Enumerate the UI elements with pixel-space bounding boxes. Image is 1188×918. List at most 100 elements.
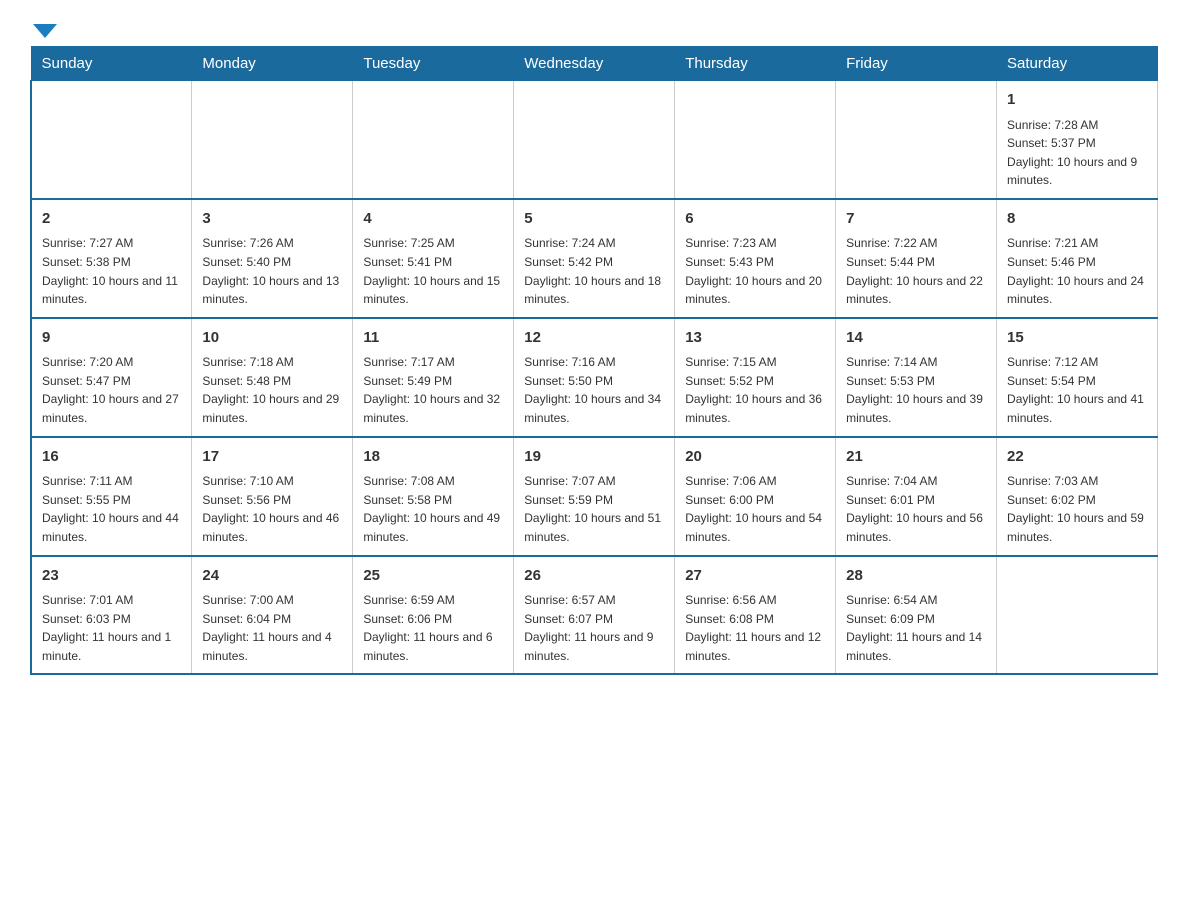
calendar-cell: 25Sunrise: 6:59 AM Sunset: 6:06 PM Dayli… <box>353 556 514 675</box>
calendar-cell <box>675 81 836 199</box>
day-number: 22 <box>1007 446 1147 469</box>
calendar-cell <box>997 556 1158 675</box>
logo-general-text <box>30 20 57 38</box>
day-number: 5 <box>524 208 664 231</box>
day-number: 6 <box>685 208 825 231</box>
weekday-header-row: SundayMondayTuesdayWednesdayThursdayFrid… <box>31 47 1158 81</box>
day-number: 10 <box>202 327 342 350</box>
calendar-cell: 6Sunrise: 7:23 AM Sunset: 5:43 PM Daylig… <box>675 199 836 318</box>
calendar-cell: 1 Sunrise: 7:28 AM Sunset: 5:37 PM Daylig… <box>997 81 1158 199</box>
calendar-cell: 2 Sunrise: 7:27 AM Sunset: 5:38 PM Daylig… <box>31 199 192 318</box>
day-info: Sunrise: 7:21 AM Sunset: 5:46 PM Dayligh… <box>1007 234 1147 308</box>
calendar-cell: 21 Sunrise: 7:04 AM Sunset: 6:01 PM Dayli… <box>836 437 997 556</box>
calendar-cell: 17 Sunrise: 7:10 AM Sunset: 5:56 PM Dayli… <box>192 437 353 556</box>
weekday-header-sunday: Sunday <box>31 47 192 81</box>
day-number: 14 <box>846 327 986 350</box>
day-info: Sunrise: 7:03 AM Sunset: 6:02 PM Dayligh… <box>1007 472 1147 546</box>
calendar-cell: 26 Sunrise: 6:57 AM Sunset: 6:07 PM Dayli… <box>514 556 675 675</box>
week-row-1: 1 Sunrise: 7:28 AM Sunset: 5:37 PM Daylig… <box>31 81 1158 199</box>
calendar-cell: 19 Sunrise: 7:07 AM Sunset: 5:59 PM Dayli… <box>514 437 675 556</box>
calendar-cell: 13 Sunrise: 7:15 AM Sunset: 5:52 PM Dayli… <box>675 318 836 437</box>
day-info: Sunrise: 7:07 AM Sunset: 5:59 PM Dayligh… <box>524 472 664 546</box>
calendar-cell <box>31 81 192 199</box>
day-number: 17 <box>202 446 342 469</box>
day-info: Sunrise: 7:04 AM Sunset: 6:01 PM Dayligh… <box>846 472 986 546</box>
day-info: Sunrise: 6:54 AM Sunset: 6:09 PM Dayligh… <box>846 591 986 665</box>
day-info: Sunrise: 7:28 AM Sunset: 5:37 PM Dayligh… <box>1007 116 1147 190</box>
calendar-cell: 5 Sunrise: 7:24 AM Sunset: 5:42 PM Daylig… <box>514 199 675 318</box>
calendar-cell: 8 Sunrise: 7:21 AM Sunset: 5:46 PM Daylig… <box>997 199 1158 318</box>
day-info: Sunrise: 7:17 AM Sunset: 5:49 PM Dayligh… <box>363 353 503 427</box>
day-info: Sunrise: 7:18 AM Sunset: 5:48 PM Dayligh… <box>202 353 342 427</box>
day-info: Sunrise: 7:27 AM Sunset: 5:38 PM Dayligh… <box>42 234 181 308</box>
week-row-2: 2 Sunrise: 7:27 AM Sunset: 5:38 PM Daylig… <box>31 199 1158 318</box>
day-number: 19 <box>524 446 664 469</box>
logo <box>30 20 57 36</box>
calendar-cell: 11 Sunrise: 7:17 AM Sunset: 5:49 PM Dayli… <box>353 318 514 437</box>
calendar-cell: 7 Sunrise: 7:22 AM Sunset: 5:44 PM Daylig… <box>836 199 997 318</box>
day-info: Sunrise: 7:14 AM Sunset: 5:53 PM Dayligh… <box>846 353 986 427</box>
calendar-cell: 4 Sunrise: 7:25 AM Sunset: 5:41 PM Daylig… <box>353 199 514 318</box>
calendar-cell: 16 Sunrise: 7:11 AM Sunset: 5:55 PM Dayli… <box>31 437 192 556</box>
calendar-cell: 27Sunrise: 6:56 AM Sunset: 6:08 PM Dayli… <box>675 556 836 675</box>
day-number: 18 <box>363 446 503 469</box>
day-number: 8 <box>1007 208 1147 231</box>
calendar-cell: 28 Sunrise: 6:54 AM Sunset: 6:09 PM Dayli… <box>836 556 997 675</box>
day-number: 11 <box>363 327 503 350</box>
day-info: Sunrise: 7:10 AM Sunset: 5:56 PM Dayligh… <box>202 472 342 546</box>
day-number: 27 <box>685 565 825 588</box>
day-number: 9 <box>42 327 181 350</box>
logo-arrow-icon <box>33 24 57 38</box>
calendar-cell: 20Sunrise: 7:06 AM Sunset: 6:00 PM Dayli… <box>675 437 836 556</box>
page-header <box>30 20 1158 36</box>
day-info: Sunrise: 7:16 AM Sunset: 5:50 PM Dayligh… <box>524 353 664 427</box>
day-number: 20 <box>685 446 825 469</box>
day-info: Sunrise: 7:26 AM Sunset: 5:40 PM Dayligh… <box>202 234 342 308</box>
calendar-cell: 12 Sunrise: 7:16 AM Sunset: 5:50 PM Dayli… <box>514 318 675 437</box>
day-number: 16 <box>42 446 181 469</box>
day-number: 1 <box>1007 89 1147 112</box>
week-row-4: 16 Sunrise: 7:11 AM Sunset: 5:55 PM Dayli… <box>31 437 1158 556</box>
calendar-cell: 15Sunrise: 7:12 AM Sunset: 5:54 PM Dayli… <box>997 318 1158 437</box>
calendar-cell: 23Sunrise: 7:01 AM Sunset: 6:03 PM Dayli… <box>31 556 192 675</box>
day-number: 24 <box>202 565 342 588</box>
day-info: Sunrise: 7:01 AM Sunset: 6:03 PM Dayligh… <box>42 591 181 665</box>
calendar-table: SundayMondayTuesdayWednesdayThursdayFrid… <box>30 46 1158 675</box>
day-number: 12 <box>524 327 664 350</box>
week-row-3: 9 Sunrise: 7:20 AM Sunset: 5:47 PM Daylig… <box>31 318 1158 437</box>
calendar-cell: 24 Sunrise: 7:00 AM Sunset: 6:04 PM Dayli… <box>192 556 353 675</box>
day-info: Sunrise: 7:22 AM Sunset: 5:44 PM Dayligh… <box>846 234 986 308</box>
day-number: 21 <box>846 446 986 469</box>
day-info: Sunrise: 7:11 AM Sunset: 5:55 PM Dayligh… <box>42 472 181 546</box>
calendar-cell <box>514 81 675 199</box>
calendar-cell: 18Sunrise: 7:08 AM Sunset: 5:58 PM Dayli… <box>353 437 514 556</box>
day-number: 7 <box>846 208 986 231</box>
day-number: 4 <box>363 208 503 231</box>
calendar-cell: 14 Sunrise: 7:14 AM Sunset: 5:53 PM Dayli… <box>836 318 997 437</box>
calendar-cell: 3 Sunrise: 7:26 AM Sunset: 5:40 PM Daylig… <box>192 199 353 318</box>
day-info: Sunrise: 7:00 AM Sunset: 6:04 PM Dayligh… <box>202 591 342 665</box>
day-number: 3 <box>202 208 342 231</box>
day-number: 15 <box>1007 327 1147 350</box>
calendar-cell <box>353 81 514 199</box>
day-info: Sunrise: 7:24 AM Sunset: 5:42 PM Dayligh… <box>524 234 664 308</box>
day-number: 2 <box>42 208 181 231</box>
weekday-header-friday: Friday <box>836 47 997 81</box>
weekday-header-monday: Monday <box>192 47 353 81</box>
calendar-cell <box>836 81 997 199</box>
calendar-cell: 10 Sunrise: 7:18 AM Sunset: 5:48 PM Dayli… <box>192 318 353 437</box>
day-info: Sunrise: 6:57 AM Sunset: 6:07 PM Dayligh… <box>524 591 664 665</box>
weekday-header-saturday: Saturday <box>997 47 1158 81</box>
calendar-cell: 22 Sunrise: 7:03 AM Sunset: 6:02 PM Dayli… <box>997 437 1158 556</box>
weekday-header-wednesday: Wednesday <box>514 47 675 81</box>
weekday-header-tuesday: Tuesday <box>353 47 514 81</box>
weekday-header-thursday: Thursday <box>675 47 836 81</box>
calendar-cell: 9 Sunrise: 7:20 AM Sunset: 5:47 PM Daylig… <box>31 318 192 437</box>
day-info: Sunrise: 7:25 AM Sunset: 5:41 PM Dayligh… <box>363 234 503 308</box>
day-info: Sunrise: 7:20 AM Sunset: 5:47 PM Dayligh… <box>42 353 181 427</box>
day-info: Sunrise: 6:59 AM Sunset: 6:06 PM Dayligh… <box>363 591 503 665</box>
day-number: 28 <box>846 565 986 588</box>
day-number: 26 <box>524 565 664 588</box>
day-info: Sunrise: 7:15 AM Sunset: 5:52 PM Dayligh… <box>685 353 825 427</box>
day-number: 13 <box>685 327 825 350</box>
